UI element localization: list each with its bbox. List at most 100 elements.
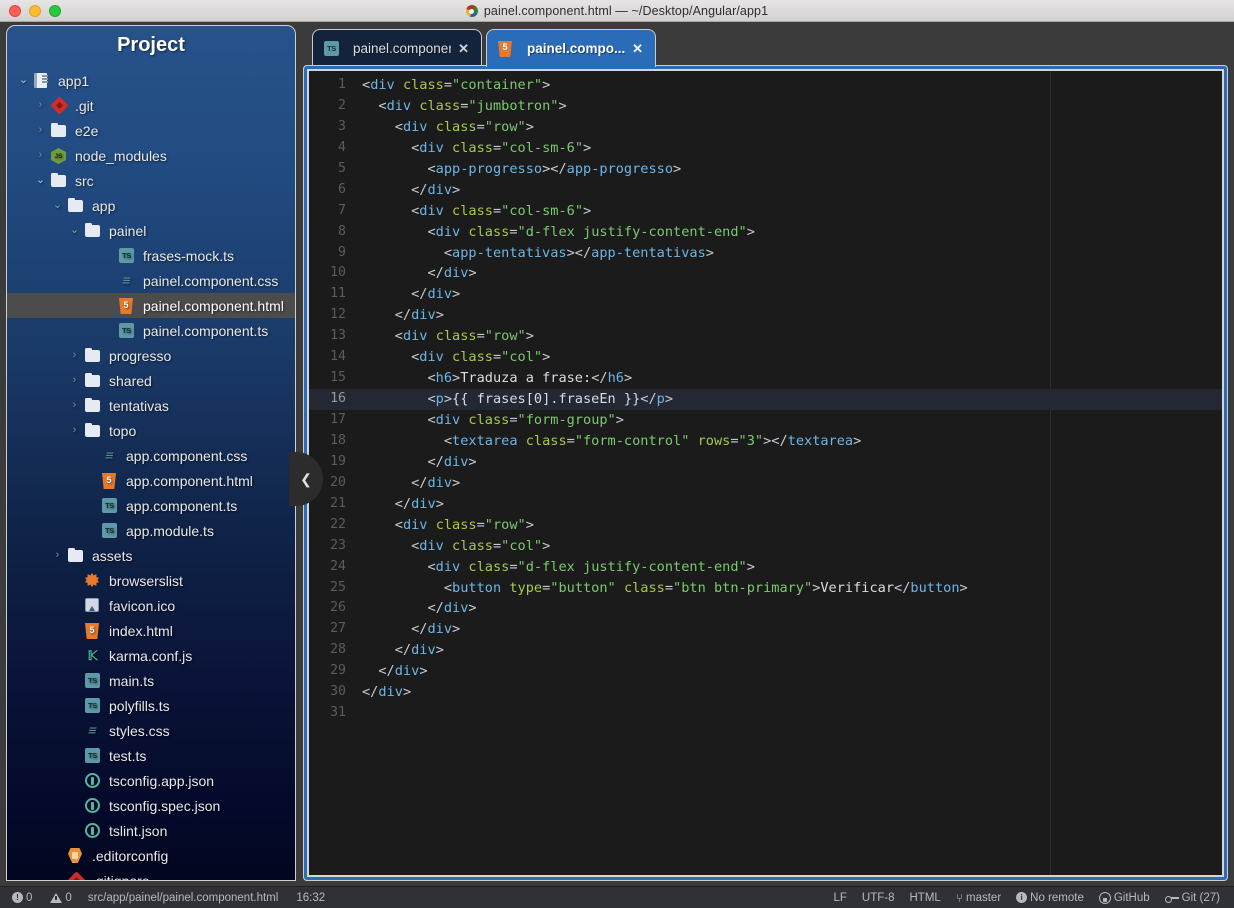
chevron-right-icon[interactable]: › [68,400,81,411]
code-line[interactable]: 6 </div> [309,180,1222,201]
close-icon[interactable]: ✕ [632,41,643,57]
warning-count[interactable]: 0 [50,892,72,904]
chevron-down-icon[interactable]: ⌄ [17,75,30,86]
code-line[interactable]: 15 <h6>Traduza a frase:</h6> [309,368,1222,389]
code-line[interactable]: 24 <div class="d-flex justify-content-en… [309,557,1222,578]
code-line[interactable]: 17 <div class="form-group"> [309,410,1222,431]
file-tree-item[interactable]: main.ts [7,668,295,693]
chevron-right-icon[interactable]: › [34,150,47,161]
file-tree-item[interactable]: tslint.json [7,818,295,843]
code-line[interactable]: 29 </div> [309,661,1222,682]
file-tree-item[interactable]: ⌄ app [7,193,295,218]
file-tree-item[interactable]: polyfills.ts [7,693,295,718]
file-tree-item[interactable]: app.component.ts [7,493,295,518]
code-line-content: <div class="col-sm-6"> [362,201,591,222]
file-tree-item[interactable]: ⌄ app1 [7,68,295,93]
folder-icon [68,197,85,213]
file-tree-item[interactable]: app.component.css [7,443,295,468]
code-line[interactable]: 3 <div class="row"> [309,117,1222,138]
status-remote[interactable]: i No remote [1016,892,1084,904]
code-line[interactable]: 12 </div> [309,305,1222,326]
file-tree-item-selected[interactable]: painel.component.html [7,293,295,318]
status-grammar[interactable]: HTML [910,892,941,904]
code-line[interactable]: 19 </div> [309,452,1222,473]
file-tree-item[interactable]: › e2e [7,118,295,143]
code-line[interactable]: 5 <app-progresso></app-progresso> [309,159,1222,180]
chevron-right-icon[interactable]: › [68,375,81,386]
css-icon-glyph [102,448,117,463]
code-line[interactable]: 2 <div class="jumbotron"> [309,96,1222,117]
file-tree-item[interactable]: › node_modules [7,143,295,168]
status-file-path[interactable]: src/app/painel/painel.component.html [78,892,279,904]
code-line[interactable]: 10 </div> [309,263,1222,284]
file-tree-item[interactable]: tsconfig.spec.json [7,793,295,818]
file-tree-item[interactable]: styles.css [7,718,295,743]
file-tree-item[interactable]: frases-mock.ts [7,243,295,268]
code-line[interactable]: 28 </div> [309,640,1222,661]
chevron-down-icon[interactable]: ⌄ [51,200,64,211]
code-line[interactable]: 9 <app-tentativas></app-tentativas> [309,243,1222,264]
chevron-right-icon[interactable]: › [34,125,47,136]
code-line[interactable]: 11 </div> [309,284,1222,305]
file-tree-item[interactable]: ⌄ painel [7,218,295,243]
file-tree-item[interactable]: test.ts [7,743,295,768]
code-line[interactable]: 14 <div class="col"> [309,347,1222,368]
code-line[interactable]: 16 <p>{{ frases[0].fraseEn }}</p> [309,389,1222,410]
status-github[interactable]: GitHub [1098,891,1150,904]
maximize-window-button[interactable] [49,4,61,17]
file-tree-item[interactable]: tsconfig.app.json [7,768,295,793]
file-tree-item[interactable]: app.module.ts [7,518,295,543]
code-line[interactable]: 8 <div class="d-flex justify-content-end… [309,222,1222,243]
file-tree-item[interactable]: ⌄ src [7,168,295,193]
code-line[interactable]: 7 <div class="col-sm-6"> [309,201,1222,222]
code-line[interactable]: 4 <div class="col-sm-6"> [309,138,1222,159]
editor-tab[interactable]: painel.componen... ✕ [312,29,482,67]
code-line[interactable]: 20 </div> [309,473,1222,494]
file-tree-item[interactable]: app.component.html [7,468,295,493]
file-tree-item[interactable]: index.html [7,618,295,643]
chevron-down-icon[interactable]: ⌄ [68,225,81,236]
error-count[interactable]: ! 0 [12,892,32,904]
close-icon[interactable]: ✕ [458,41,469,57]
minimize-window-button[interactable] [29,4,41,17]
file-tree-item[interactable]: browserslist [7,568,295,593]
file-tree-item[interactable]: › progresso [7,343,295,368]
chevron-right-icon[interactable]: › [51,550,64,561]
code-line[interactable]: 18 <textarea class="form-control" rows="… [309,431,1222,452]
status-branch[interactable]: ⑂ master [956,891,1001,905]
file-tree-item[interactable]: › shared [7,368,295,393]
code-line[interactable]: 25 <button type="button" class="btn btn-… [309,578,1222,599]
file-tree-item[interactable]: painel.component.ts [7,318,295,343]
chevron-right-icon[interactable]: › [68,425,81,436]
code-line[interactable]: 31 [309,703,1222,724]
code-line[interactable]: 30 </div> [309,682,1222,703]
file-tree-item[interactable]: .editorconfig [7,843,295,868]
file-tree-item[interactable]: painel.component.css [7,268,295,293]
close-window-button[interactable] [9,4,21,17]
code-line[interactable]: 26 </div> [309,598,1222,619]
code-line[interactable]: 21 </div> [309,494,1222,515]
file-tree-item[interactable]: › topo [7,418,295,443]
file-tree-item[interactable]: .gitignore [7,868,295,880]
chevron-down-icon[interactable]: ⌄ [34,175,47,186]
editor-tab-active[interactable]: painel.compo... ✕ [486,29,656,67]
status-encoding[interactable]: UTF-8 [862,892,895,904]
file-tree-item[interactable]: karma.conf.js [7,643,295,668]
code-line[interactable]: 1 <div class="container"> [309,75,1222,96]
file-tree-item[interactable]: › tentativas [7,393,295,418]
file-tree-item[interactable]: › assets [7,543,295,568]
file-tree-item[interactable]: › .git [7,93,295,118]
status-line-ending[interactable]: LF [833,892,846,904]
chevron-right-icon[interactable]: › [68,350,81,361]
ts-icon [119,248,136,263]
code-line[interactable]: 27 </div> [309,619,1222,640]
status-cursor-position[interactable]: 16:32 [284,892,325,904]
line-number: 18 [330,432,346,448]
status-git[interactable]: Git (27) [1164,892,1220,904]
file-tree-item[interactable]: favicon.ico [7,593,295,618]
code-line[interactable]: 23 <div class="col"> [309,536,1222,557]
chevron-right-icon[interactable]: › [34,100,47,111]
code-line[interactable]: 13 <div class="row"> [309,326,1222,347]
code-line[interactable]: 22 <div class="row"> [309,515,1222,536]
code-editor[interactable]: 1 <div class="container"> 2 <div class="ju… [309,71,1222,875]
